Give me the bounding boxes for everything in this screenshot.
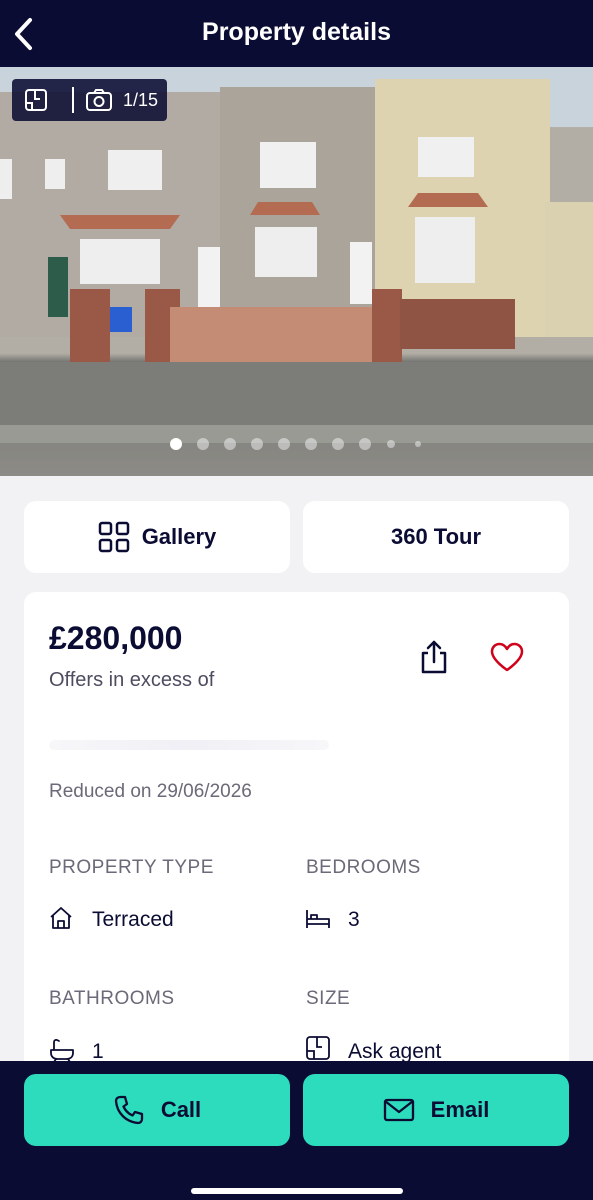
camera-icon <box>86 89 112 111</box>
floorplan-icon <box>25 89 47 111</box>
house-photo-illustration <box>0 67 593 443</box>
property-type-label: PROPERTY TYPE <box>49 857 214 878</box>
bath-icon <box>50 1038 74 1062</box>
size-label: SIZE <box>306 988 351 1009</box>
bedrooms-value: 3 <box>348 908 360 931</box>
carousel-dot[interactable] <box>415 441 421 447</box>
360-tour-button-label: 360 Tour <box>390 524 482 549</box>
divider <box>72 87 74 113</box>
favourite-button[interactable] <box>490 642 524 677</box>
carousel-dots <box>0 438 593 452</box>
home-indicator <box>191 1188 403 1194</box>
carousel-dot[interactable] <box>251 438 263 450</box>
share-icon <box>421 640 447 674</box>
bedrooms-label: BEDROOMS <box>306 857 421 878</box>
photo-counter-text: 1/15 <box>123 90 159 110</box>
house-icon <box>50 907 72 929</box>
redacted-text <box>49 740 329 750</box>
gallery-button[interactable]: Gallery <box>24 501 290 573</box>
top-bar: Property details <box>0 0 593 67</box>
bathrooms-label: BATHROOMS <box>49 988 175 1009</box>
carousel-dot[interactable] <box>278 438 290 450</box>
property-photo[interactable] <box>0 67 593 476</box>
mail-icon <box>383 1098 414 1122</box>
gallery-button-label: Gallery <box>141 524 217 549</box>
bottom-action-bar: Call Email <box>0 1061 593 1200</box>
price-qualifier: Offers in excess of <box>49 669 215 691</box>
carousel-dot[interactable] <box>197 438 209 450</box>
carousel-dot[interactable] <box>305 438 317 450</box>
carousel-dot[interactable] <box>170 438 182 450</box>
property-type-value: Terraced <box>92 908 174 931</box>
price: £280,000 <box>49 620 183 656</box>
heart-icon <box>490 642 524 672</box>
email-button[interactable]: Email <box>303 1074 569 1146</box>
bed-icon <box>306 910 330 928</box>
photo-counter-badge[interactable]: 1/15 <box>12 79 167 121</box>
floorplan-icon <box>306 1036 330 1060</box>
phone-icon <box>114 1095 143 1125</box>
carousel-dot[interactable] <box>359 438 371 450</box>
email-button-label: Email <box>430 1097 490 1122</box>
property-details-card: £280,000 Offers in excess of Reduced on … <box>24 592 569 1072</box>
share-button[interactable] <box>419 640 449 679</box>
grid-icon <box>98 521 129 553</box>
reduced-date: Reduced on 29/06/2026 <box>49 781 252 802</box>
call-button-label: Call <box>160 1097 202 1122</box>
carousel-dot[interactable] <box>224 438 236 450</box>
page-title: Property details <box>202 18 391 46</box>
360-tour-button[interactable]: 360 Tour <box>303 501 569 573</box>
carousel-dot[interactable] <box>332 438 344 450</box>
carousel-dot[interactable] <box>387 440 395 448</box>
call-button[interactable]: Call <box>24 1074 290 1146</box>
